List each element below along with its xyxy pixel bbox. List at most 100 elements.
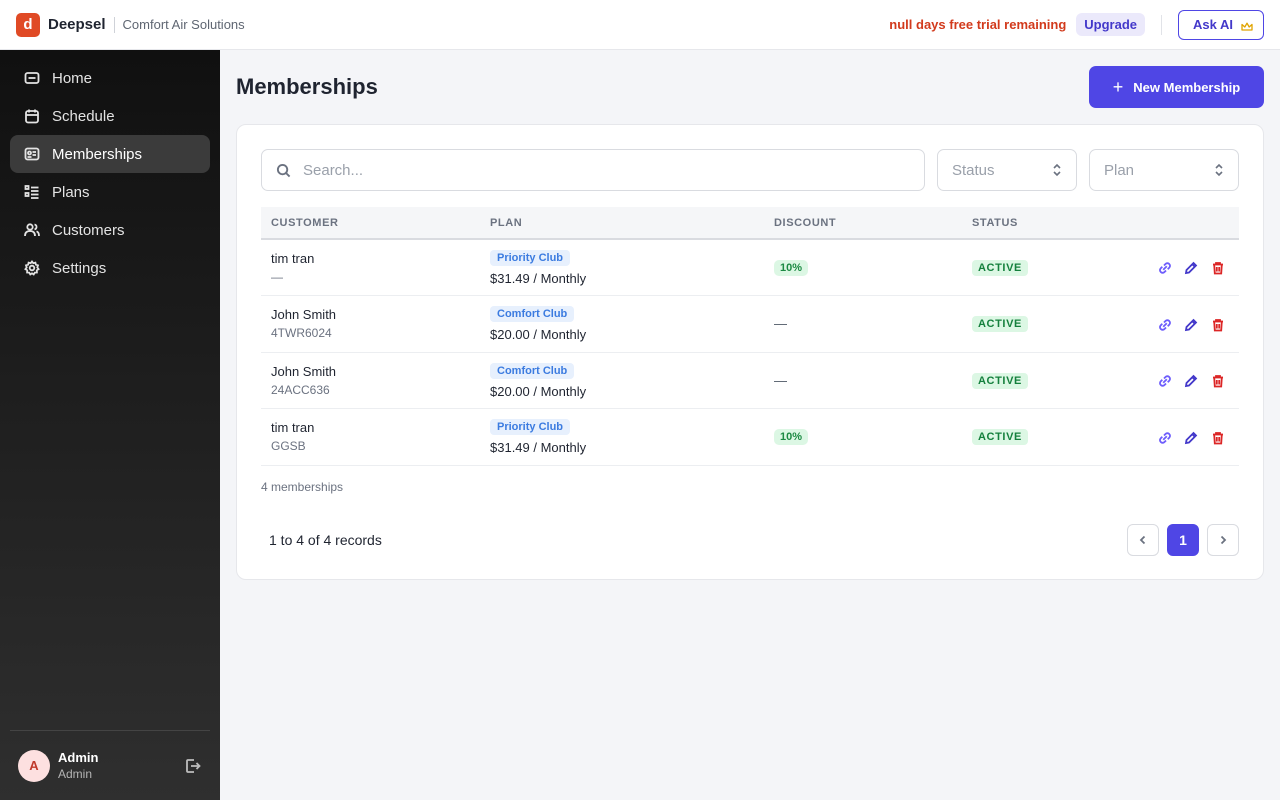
sidebar-item-home[interactable]: Home xyxy=(10,59,210,97)
customer-cell: John Smith 4TWR6024 xyxy=(261,296,480,353)
list-icon xyxy=(24,185,39,199)
sidebar-item-label: Settings xyxy=(52,259,107,277)
plan-price: $31.49 / Monthly xyxy=(490,271,587,286)
status-filter[interactable]: Status xyxy=(937,149,1077,191)
actions-cell xyxy=(1102,239,1239,296)
sidebar-item-memberships[interactable]: Memberships xyxy=(10,135,210,173)
search-box[interactable] xyxy=(261,149,925,191)
plan-cell: Priority Club $31.49 / Monthly xyxy=(480,239,764,296)
sidebar-item-customers[interactable]: Customers xyxy=(10,211,210,249)
plan-price: $20.00 / Monthly xyxy=(490,383,587,399)
ask-ai-label: Ask AI xyxy=(1193,17,1233,32)
plan-badge: Comfort Club xyxy=(490,306,575,323)
edit-icon[interactable] xyxy=(1184,374,1198,388)
table-row[interactable]: John Smith 24ACC636 Comfort Club $20.00 … xyxy=(261,352,1239,409)
brand-logo[interactable]: d xyxy=(16,12,40,37)
trash-icon[interactable] xyxy=(1211,261,1225,275)
status-cell: ACTIVE xyxy=(962,296,1102,353)
trash-icon[interactable] xyxy=(1211,318,1225,332)
status-badge: ACTIVE xyxy=(972,316,1028,333)
table-row[interactable]: John Smith 4TWR6024 Comfort Club $20.00 … xyxy=(261,296,1239,353)
new-membership-label: New Membership xyxy=(1133,79,1241,95)
next-page-button[interactable] xyxy=(1207,524,1239,556)
crown-icon xyxy=(1241,20,1253,31)
page-button-current[interactable]: 1 xyxy=(1167,524,1199,556)
brand-divider xyxy=(113,16,115,33)
edit-icon[interactable] xyxy=(1184,318,1198,332)
customer-cell: tim tran — xyxy=(261,239,480,296)
edit-icon[interactable] xyxy=(1184,431,1198,445)
customer-name: John Smith xyxy=(271,363,337,379)
actions-cell xyxy=(1102,296,1239,353)
edit-icon[interactable] xyxy=(1184,261,1198,275)
sidebar-item-label: Customers xyxy=(52,221,125,239)
avatar[interactable]: A xyxy=(18,749,50,782)
trash-icon[interactable] xyxy=(1211,374,1225,388)
sidebar-item-plans[interactable]: Plans xyxy=(10,173,210,211)
plan-cell: Comfort Club $20.00 / Monthly xyxy=(480,352,764,409)
sidebar-item-settings[interactable]: Settings xyxy=(10,249,210,287)
membership-card-icon xyxy=(24,147,40,161)
brand-name: Deepsel xyxy=(48,16,106,33)
search-icon xyxy=(276,163,291,177)
pagination: 1 xyxy=(1127,524,1239,556)
prev-page-button[interactable] xyxy=(1127,524,1159,556)
records-summary: 1 to 4 of 4 records xyxy=(269,532,382,548)
top-bar: d Deepsel Comfort Air Solutions null day… xyxy=(0,0,1280,50)
link-icon[interactable] xyxy=(1158,318,1172,332)
logout-button[interactable] xyxy=(184,757,202,775)
customer-name: tim tran xyxy=(271,251,315,266)
chevron-left-icon xyxy=(1139,535,1146,545)
users-icon xyxy=(24,223,40,237)
plan-price: $31.49 / Monthly xyxy=(490,440,587,456)
discount-cell: — xyxy=(764,296,962,353)
link-icon[interactable] xyxy=(1158,261,1172,275)
column-header-customer[interactable]: CUSTOMER xyxy=(261,207,480,239)
customer-name: John Smith xyxy=(271,307,337,323)
customer-name: tim tran xyxy=(271,420,315,436)
user-name: Admin xyxy=(58,750,99,765)
column-header-actions xyxy=(1102,207,1239,239)
column-header-plan[interactable]: PLAN xyxy=(480,207,764,239)
customer-cell: tim tran GGSB xyxy=(261,409,480,466)
new-membership-button[interactable]: + New Membership xyxy=(1089,66,1264,108)
sidebar-item-label: Plans xyxy=(52,183,90,201)
status-filter-placeholder: Status xyxy=(952,161,995,179)
plan-price: $20.00 / Monthly xyxy=(490,327,587,343)
table-header-row: CUSTOMER PLAN DISCOUNT STATUS xyxy=(261,207,1239,239)
customer-id: 4TWR6024 xyxy=(271,326,332,341)
link-icon[interactable] xyxy=(1158,374,1172,388)
home-icon xyxy=(24,72,40,84)
status-badge: ACTIVE xyxy=(972,429,1028,446)
discount-badge: 10% xyxy=(774,260,809,276)
top-bar-actions: null days free trial remaining Upgrade A… xyxy=(889,9,1264,40)
discount-empty: — xyxy=(774,316,787,332)
table-row[interactable]: tim tran GGSB Priority Club $31.49 / Mon… xyxy=(261,409,1239,466)
user-info: Admin Admin xyxy=(58,750,98,781)
link-icon[interactable] xyxy=(1158,431,1172,445)
ask-ai-button[interactable]: Ask AI xyxy=(1178,9,1264,40)
memberships-card: Status Plan CUSTOMER PLAN DISCOUNT STATU… xyxy=(236,124,1264,580)
discount-cell: 10% xyxy=(764,409,962,466)
memberships-table: CUSTOMER PLAN DISCOUNT STATUS tim tran —… xyxy=(261,207,1239,466)
chevron-updown-icon xyxy=(1214,163,1224,177)
user-panel: A Admin Admin xyxy=(10,730,210,800)
search-input[interactable] xyxy=(303,161,903,179)
plan-badge: Priority Club xyxy=(490,250,571,266)
sidebar-item-label: Schedule xyxy=(52,107,115,125)
column-header-status[interactable]: STATUS xyxy=(962,207,1102,239)
column-header-discount[interactable]: DISCOUNT xyxy=(764,207,962,239)
upgrade-button[interactable]: Upgrade xyxy=(1076,13,1146,36)
page-title: Memberships xyxy=(236,74,378,99)
plan-filter[interactable]: Plan xyxy=(1089,149,1239,191)
status-badge: ACTIVE xyxy=(972,372,1028,389)
actions-cell xyxy=(1102,409,1239,466)
table-row[interactable]: tim tran — Priority Club $31.49 / Monthl… xyxy=(261,239,1239,296)
trash-icon[interactable] xyxy=(1211,431,1225,445)
sidebar: Home Schedule Memberships Plans Customer… xyxy=(0,50,220,800)
sidebar-item-label: Memberships xyxy=(52,145,143,163)
discount-empty: — xyxy=(774,372,787,388)
plan-badge: Priority Club xyxy=(490,419,571,436)
sidebar-item-schedule[interactable]: Schedule xyxy=(10,97,210,135)
status-badge: ACTIVE xyxy=(972,260,1028,276)
